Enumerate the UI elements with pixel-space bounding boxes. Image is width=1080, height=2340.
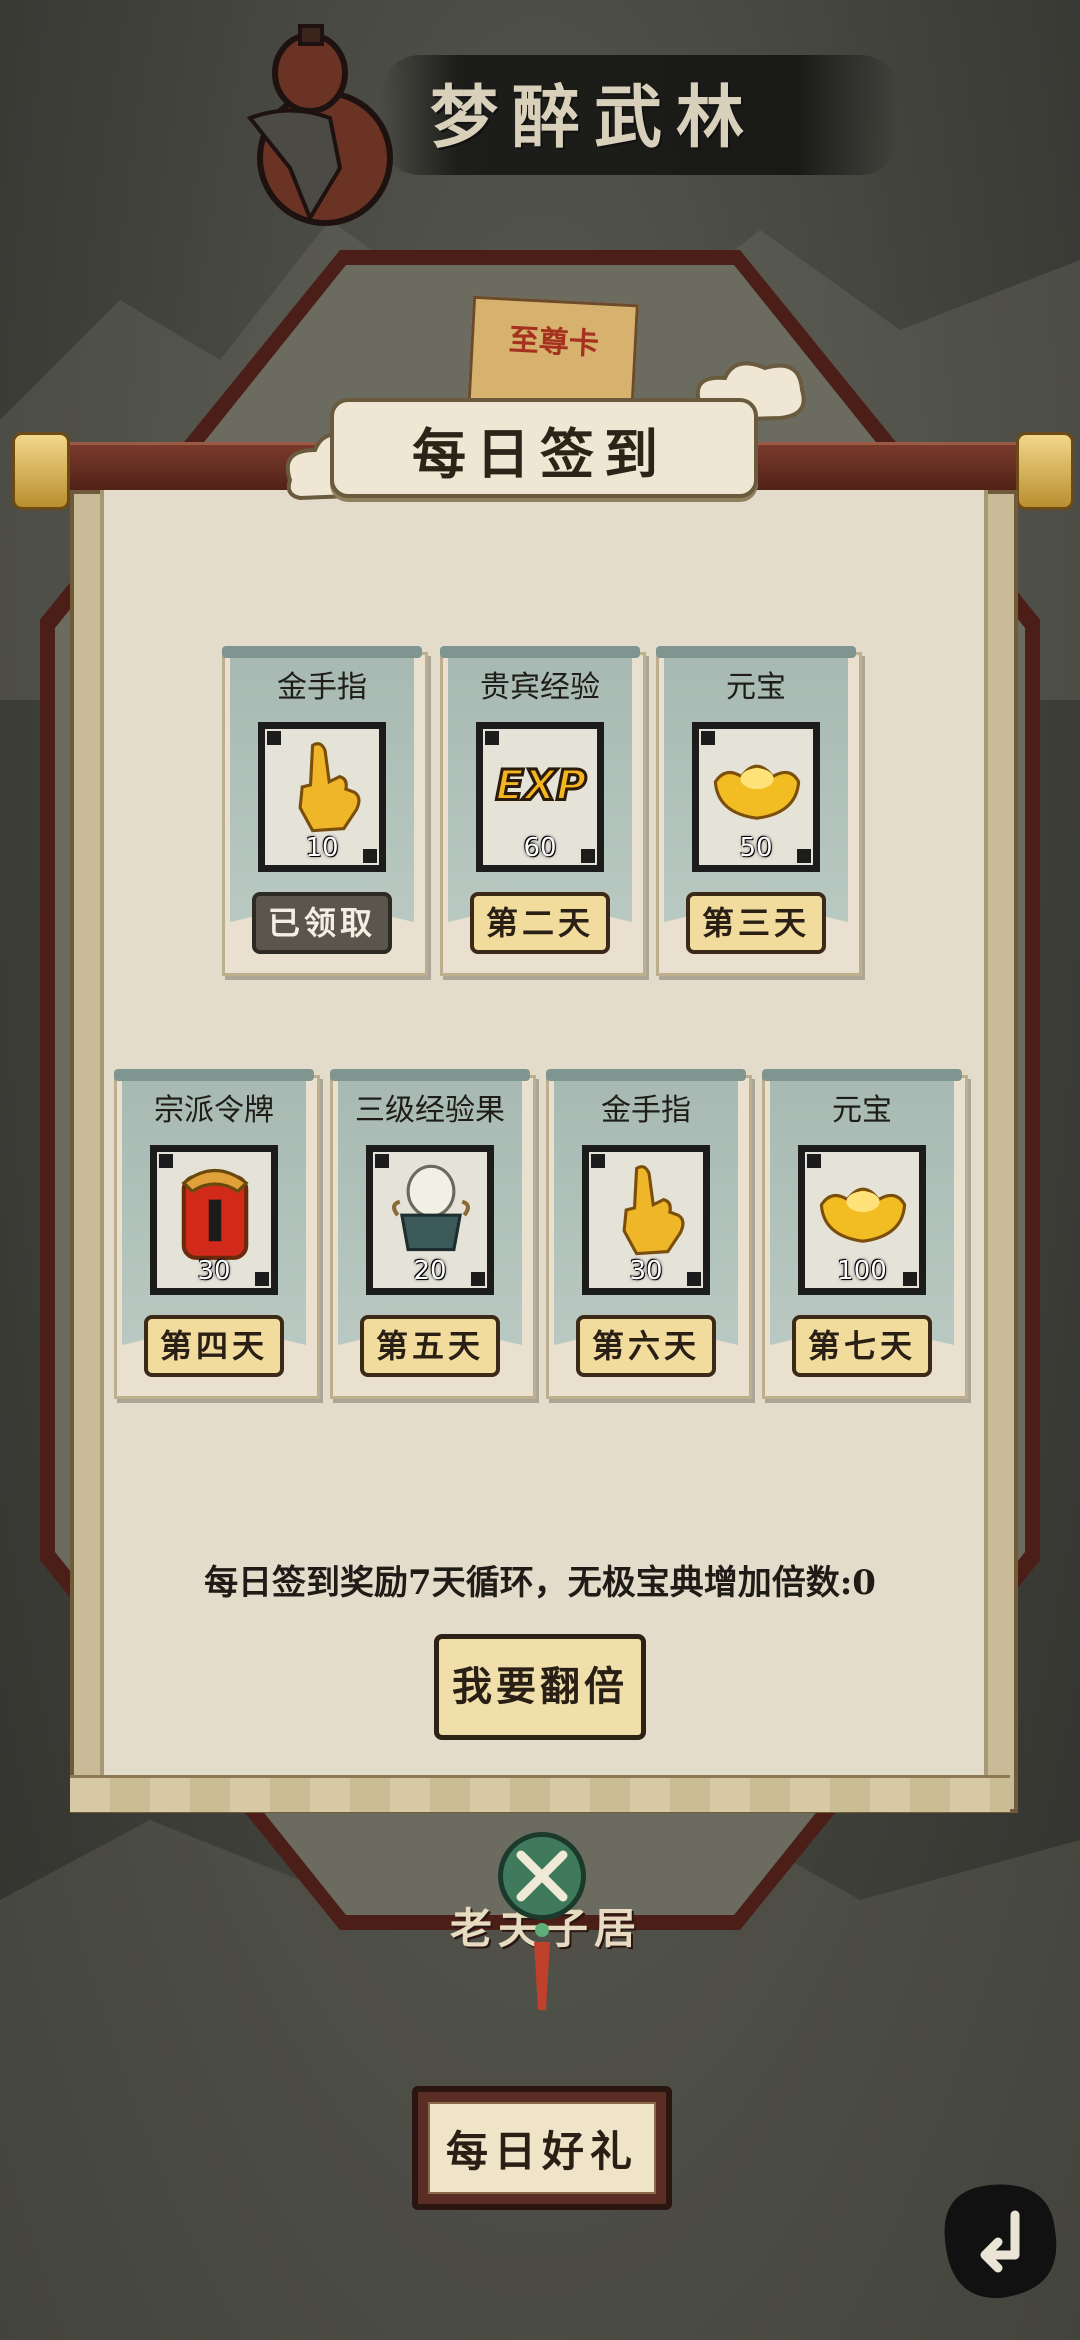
reward-slot: 30 (150, 1145, 278, 1295)
sect-token-icon (181, 1169, 249, 1260)
reward-slot: 10 (258, 722, 386, 872)
scroll-paper-border (70, 1775, 1010, 1812)
reward-card-day1[interactable]: 金手指 10 已领取 (222, 646, 428, 976)
double-reward-button[interactable]: 我要翻倍 (434, 1634, 646, 1740)
crossed-swords-close-icon (516, 1850, 568, 1902)
reward-card-day2[interactable]: 贵宾经验 EXP 60 第二天 (440, 646, 646, 976)
reward-card-day4[interactable]: 宗派令牌 30 第四天 (114, 1069, 320, 1399)
game-title: 梦醉武林 (430, 78, 759, 158)
golden-finger-icon (298, 742, 361, 833)
exp-icon: EXP (494, 759, 588, 811)
reward-name: 贵宾经验 (480, 670, 600, 705)
reward-slot: 100 (798, 1145, 926, 1295)
reward-slot: 50 (692, 722, 820, 872)
reward-quantity: 10 (305, 833, 339, 863)
reward-name: 宗派令牌 (154, 1093, 274, 1128)
reward-name: 元宝 (832, 1093, 892, 1128)
reward-quantity: 30 (629, 1256, 663, 1286)
gold-ingot-icon (819, 1187, 907, 1243)
reward-name: 三级经验果 (355, 1093, 505, 1128)
gourd-icon (246, 24, 393, 226)
day-label: 第七天 (792, 1315, 932, 1377)
reward-card-day6[interactable]: 金手指 30 第六天 (546, 1069, 752, 1399)
signin-info-text: 每日签到奖励7天循环，无极宝典增加倍数:0 (204, 1563, 876, 1603)
day-label: 第三天 (686, 892, 826, 954)
reward-quantity: 100 (837, 1256, 887, 1286)
reward-card-day3[interactable]: 元宝 50 第三天 (656, 646, 862, 976)
day-label: 第二天 (470, 892, 610, 954)
reward-slot: EXP 60 (476, 722, 604, 872)
claimed-badge: 已领取 (252, 892, 392, 954)
scroll-rod-cap-left (12, 432, 70, 510)
daily-gift-button[interactable]: 每日好礼 (412, 2086, 672, 2210)
reward-quantity: 60 (523, 833, 557, 863)
daily-gift-label: 每日好礼 (428, 2102, 656, 2194)
scroll-rod-cap-right (1016, 432, 1074, 510)
gold-ingot-icon (713, 764, 801, 820)
panel-title: 每日签到 (412, 422, 668, 486)
reward-quantity: 20 (413, 1256, 447, 1286)
reward-quantity: 30 (197, 1256, 231, 1286)
reward-card-day5[interactable]: 三级经验果 20 第五天 (330, 1069, 536, 1399)
reward-name: 元宝 (726, 670, 786, 705)
tassel-icon (534, 1923, 550, 2010)
reward-name: 金手指 (277, 670, 367, 705)
day-label: 第五天 (360, 1315, 500, 1377)
svg-text:EXP: EXP (496, 760, 587, 809)
reward-slot: 30 (582, 1145, 710, 1295)
reward-name: 金手指 (601, 1093, 691, 1128)
golden-finger-icon (622, 1165, 685, 1256)
day-label: 第六天 (576, 1315, 716, 1377)
exp-fruit-icon (392, 1164, 470, 1252)
reward-quantity: 50 (739, 833, 773, 863)
reward-card-day7[interactable]: 元宝 100 第七天 (762, 1069, 968, 1399)
close-button[interactable] (498, 1832, 586, 1920)
day-label: 第四天 (144, 1315, 284, 1377)
back-arrow-icon[interactable] (930, 2170, 1070, 2310)
reward-slot: 20 (366, 1145, 494, 1295)
